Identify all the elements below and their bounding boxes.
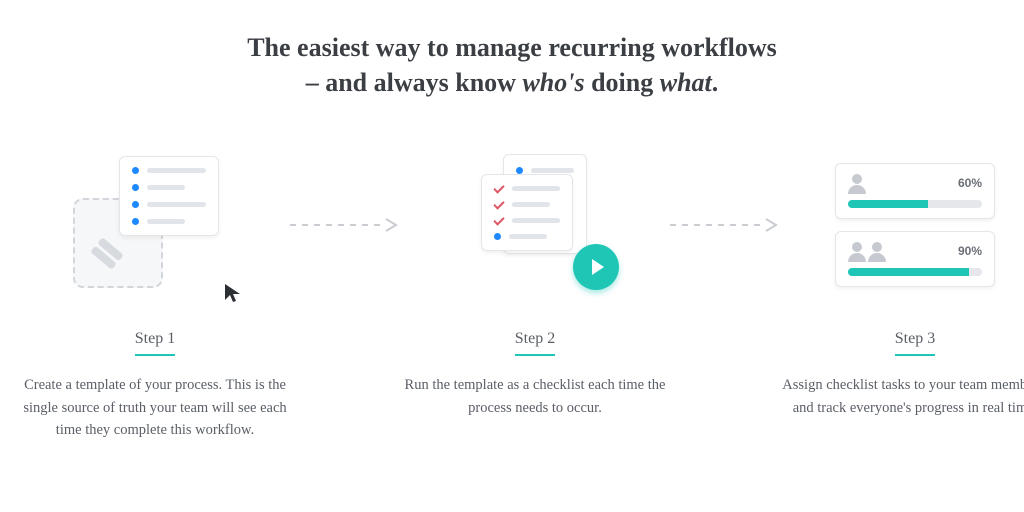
headline-line2-prefix: – and always know — [306, 68, 523, 97]
step-3: 60% 90% Step 3 Assign checklist — [780, 150, 1024, 419]
step-2-illustration — [445, 150, 625, 300]
step-1-illustration — [65, 150, 245, 300]
headline-em-what: what — [660, 68, 712, 97]
progress-2-fill — [848, 268, 969, 276]
headline-em-who: who's — [522, 68, 584, 97]
progress-card-1: 60% — [835, 163, 995, 219]
progress-bar-icon — [848, 200, 982, 208]
play-icon — [573, 244, 619, 290]
avatar-icon — [848, 174, 866, 192]
progress-1-percent: 60% — [958, 176, 982, 190]
headline-line2-mid: doing — [585, 68, 660, 97]
step-2: Step 2 Run the template as a checklist e… — [400, 150, 670, 419]
steps-row: Step 1 Create a template of your process… — [10, 150, 1014, 441]
step-1-description: Create a template of your process. This … — [20, 374, 290, 441]
avatar-icon — [848, 242, 866, 260]
progress-2-percent: 90% — [958, 244, 982, 258]
dashed-arrow-icon — [670, 217, 780, 233]
arrow-1 — [290, 150, 400, 300]
headline-line2-suffix: . — [712, 68, 719, 97]
dashed-arrow-icon — [290, 217, 400, 233]
progress-bar-icon — [848, 268, 982, 276]
headline: The easiest way to manage recurring work… — [10, 30, 1014, 100]
checklist-front-card-icon — [481, 174, 573, 251]
step-3-description: Assign checklist tasks to your team memb… — [780, 374, 1024, 419]
step-3-illustration: 60% 90% — [825, 150, 1005, 300]
step-3-label: Step 3 — [895, 330, 935, 356]
progress-1-fill — [848, 200, 928, 208]
step-1-label: Step 1 — [135, 330, 175, 356]
step-1: Step 1 Create a template of your process… — [20, 150, 290, 441]
step-2-description: Run the template as a checklist each tim… — [400, 374, 670, 419]
template-card-icon — [119, 156, 219, 236]
headline-line1: The easiest way to manage recurring work… — [247, 33, 777, 62]
step-2-label: Step 2 — [515, 330, 555, 356]
progress-card-2: 90% — [835, 231, 995, 287]
avatar-icon — [868, 242, 886, 260]
arrow-2 — [670, 150, 780, 300]
